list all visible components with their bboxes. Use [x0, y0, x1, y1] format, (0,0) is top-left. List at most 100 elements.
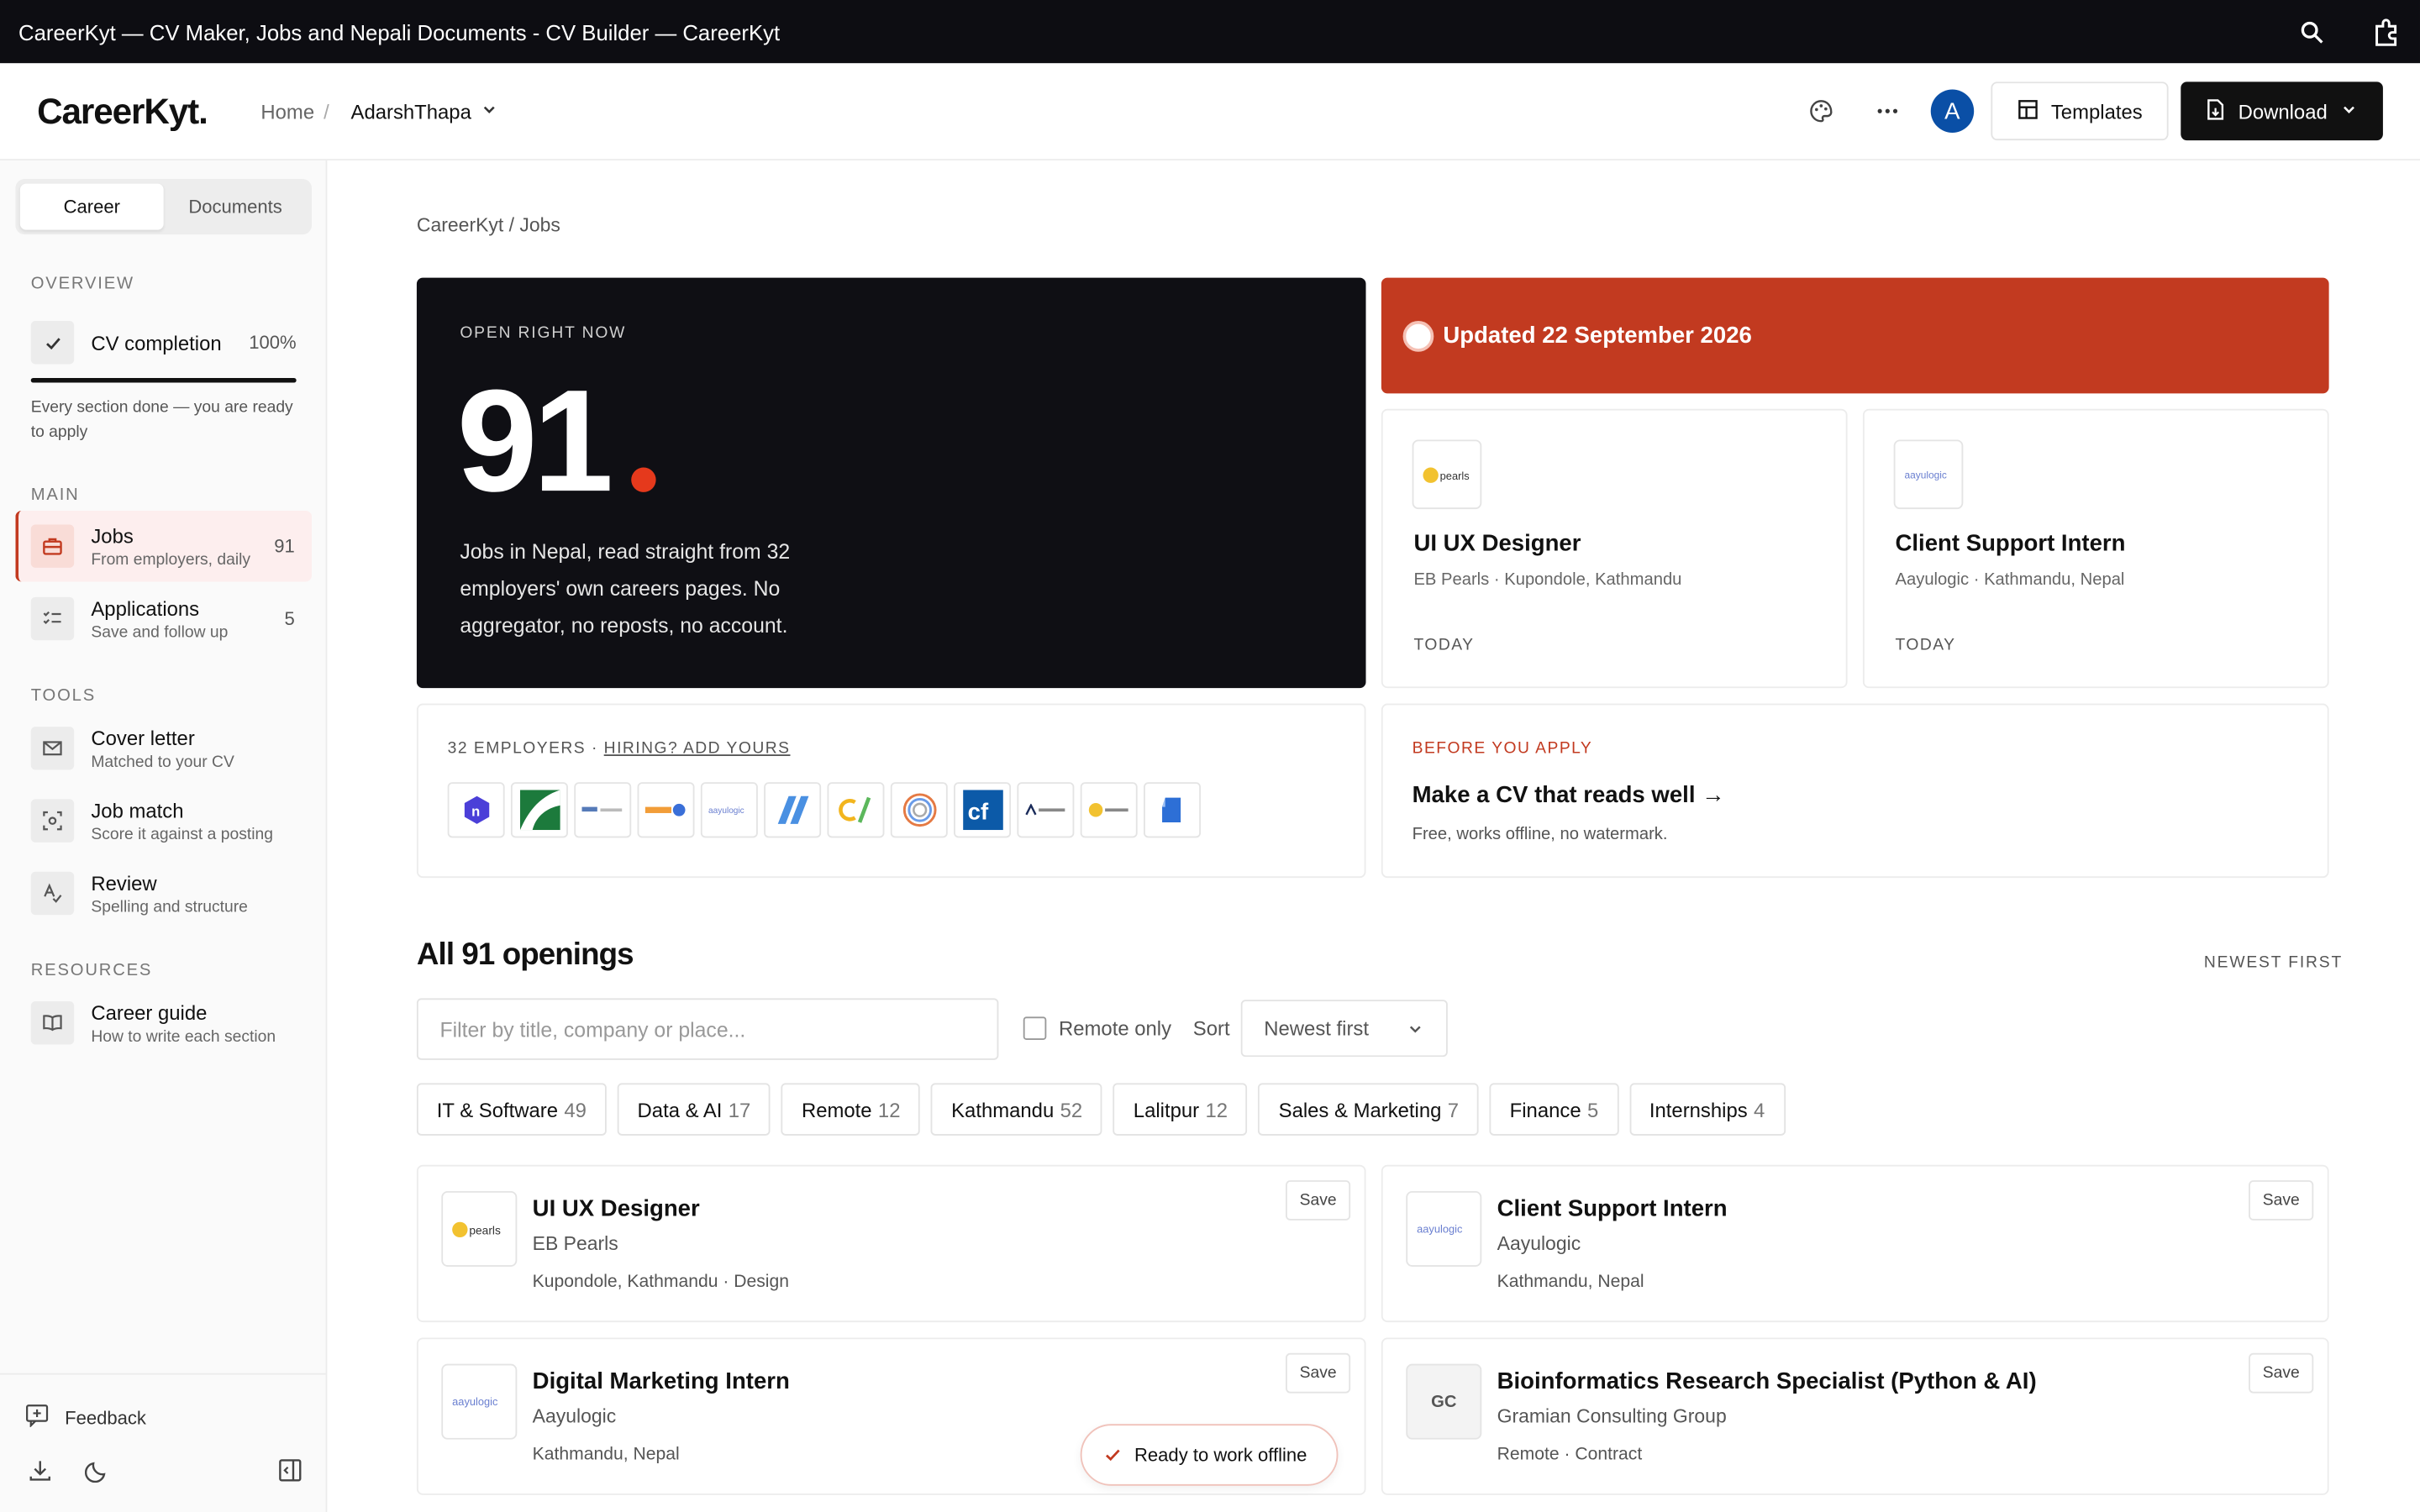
- project-switcher[interactable]: AdarshThapa: [351, 99, 471, 123]
- svg-text:aayulogic: aayulogic: [708, 806, 744, 816]
- add-employer-link[interactable]: HIRING? ADD YOURS: [604, 739, 791, 758]
- updated-banner: Updated 22 September 2026: [1381, 277, 2329, 394]
- sort-label: Sort: [1192, 1016, 1230, 1040]
- job-company: EB Pearls · Kupondole, Kathmandu: [1413, 570, 1682, 590]
- chip-sales-marketing[interactable]: Sales & Marketing 7: [1258, 1083, 1479, 1136]
- moon-icon[interactable]: [84, 1459, 108, 1490]
- chip-kathmandu[interactable]: Kathmandu 52: [931, 1083, 1103, 1136]
- chip-internships[interactable]: Internships 4: [1628, 1083, 1786, 1136]
- sidebar-item-sub: Score it against a posting: [91, 824, 273, 843]
- checkbox-box[interactable]: [1023, 1016, 1047, 1040]
- employer-logo[interactable]: cf: [954, 782, 1012, 838]
- sidebar-item-review[interactable]: Review Spelling and structure: [15, 858, 312, 928]
- window-titlebar: CareerKyt — CV Maker, Jobs and Nepali Do…: [0, 0, 2420, 64]
- before-you-apply-sub: Free, works offline, no watermark.: [1412, 825, 1668, 844]
- download-button[interactable]: Download: [2181, 81, 2383, 141]
- download-icon[interactable]: [28, 1458, 52, 1491]
- sidebar-item-career-guide[interactable]: Career guide How to write each section: [15, 988, 312, 1058]
- job-title[interactable]: UI UX Designer: [533, 1195, 700, 1221]
- cv-completion-value: 100%: [249, 331, 297, 354]
- before-you-apply-card[interactable]: BEFORE YOU APPLY Make a CV that reads we…: [1381, 703, 2329, 879]
- sidebar-item-sub: Matched to your CV: [91, 752, 234, 771]
- offline-toast: Ready to work offline: [1080, 1424, 1339, 1486]
- save-button[interactable]: Save: [1286, 1180, 1351, 1221]
- remote-only-checkbox[interactable]: Remote only: [1023, 1016, 1171, 1040]
- sidebar: Career Documents OVERVIEW CV completion …: [0, 160, 328, 1512]
- employer-logo[interactable]: [1144, 782, 1201, 838]
- chevron-down-icon: [1409, 1025, 1421, 1032]
- more-icon[interactable]: [1865, 88, 1911, 134]
- employer-logo[interactable]: [890, 782, 948, 838]
- job-title[interactable]: Client Support Intern: [1497, 1195, 1728, 1221]
- feedback-icon: [24, 1403, 49, 1432]
- sidebar-item-job-match[interactable]: Job match Score it against a posting: [15, 785, 312, 856]
- employer-logo[interactable]: [827, 782, 885, 838]
- save-button[interactable]: Save: [1286, 1352, 1351, 1394]
- tab-career[interactable]: Career: [19, 183, 164, 230]
- chip-label: IT & Software: [436, 1097, 559, 1121]
- templates-button[interactable]: Templates: [1991, 81, 2169, 141]
- save-button[interactable]: Save: [2249, 1180, 2314, 1221]
- employer-logo[interactable]: [510, 782, 568, 838]
- remote-only-label: Remote only: [1058, 1016, 1172, 1040]
- svg-text:n: n: [471, 804, 479, 820]
- employer-logo[interactable]: [1017, 782, 1075, 838]
- chip-data-ai[interactable]: Data & AI 17: [617, 1083, 771, 1136]
- chip-lalitpur[interactable]: Lalitpur 12: [1113, 1083, 1248, 1136]
- employer-logo[interactable]: [1080, 782, 1138, 838]
- palette-icon[interactable]: [1798, 88, 1844, 134]
- chip-remote[interactable]: Remote 12: [781, 1083, 921, 1136]
- breadcrumb-home[interactable]: Home: [260, 99, 314, 123]
- employer-logo[interactable]: aayulogic: [700, 782, 758, 838]
- featured-job-card[interactable]: pearls UI UX Designer EB Pearls · Kupond…: [1381, 408, 1848, 689]
- section-label-tools: TOOLS: [30, 686, 97, 706]
- employers-label: 32 EMPLOYERS · HIRING? ADD YOURS: [448, 739, 791, 758]
- sidebar-item-sub: Spelling and structure: [91, 897, 248, 916]
- file-download-icon: [2206, 98, 2226, 124]
- job-company: Gramian Consulting Group: [1497, 1405, 1727, 1427]
- chip-count: 12: [877, 1097, 901, 1121]
- chip-count: 12: [1205, 1097, 1228, 1121]
- logo[interactable]: CareerKyt.: [37, 90, 260, 132]
- tab-documents[interactable]: Documents: [164, 184, 308, 230]
- employers-card: 32 EMPLOYERS · HIRING? ADD YOURS n aayul…: [416, 703, 1366, 879]
- job-title[interactable]: Digital Marketing Intern: [533, 1368, 790, 1394]
- chevron-down-icon[interactable]: [481, 99, 499, 123]
- job-listing-card[interactable]: aayulogic Client Support Intern Aayulogi…: [1381, 1164, 2329, 1323]
- chip-label: Data & AI: [637, 1097, 723, 1121]
- sidebar-item-applications[interactable]: Applications Save and follow up 5: [15, 583, 312, 654]
- job-title: UI UX Designer: [1413, 530, 1581, 558]
- cv-completion[interactable]: CV completion 100%: [30, 321, 297, 365]
- employer-logo[interactable]: [764, 782, 822, 838]
- updated-text: Updated 22 September 2026: [1443, 322, 1752, 349]
- employer-logo[interactable]: [637, 782, 695, 838]
- job-company: EB Pearls: [532, 1232, 618, 1255]
- avatar[interactable]: A: [1930, 89, 1975, 133]
- hero-card: OPEN RIGHT NOW 91 Jobs in Nepal, read st…: [416, 277, 1366, 689]
- scan-icon: [30, 799, 75, 843]
- search-icon[interactable]: [2300, 19, 2324, 44]
- sidebar-item-count: 91: [274, 535, 295, 558]
- chip-count: 7: [1447, 1097, 1460, 1121]
- chip-finance[interactable]: Finance 5: [1489, 1083, 1619, 1136]
- sidebar-item-sub: How to write each section: [91, 1026, 276, 1046]
- job-listing-card[interactable]: pearls UI UX Designer EB Pearls Kupondol…: [416, 1164, 1366, 1323]
- filter-input[interactable]: Filter by title, company or place...: [416, 998, 999, 1060]
- employer-logo[interactable]: [574, 782, 632, 838]
- sort-select[interactable]: Newest first: [1240, 1000, 1448, 1058]
- featured-job-card[interactable]: aayulogic Client Support Intern Aayulogi…: [1862, 408, 2329, 689]
- collapse-sidebar-icon[interactable]: [278, 1458, 302, 1491]
- sidebar-item-sub: From employers, daily: [91, 549, 251, 569]
- sidebar-item-jobs[interactable]: Jobs From employers, daily 91: [15, 510, 313, 582]
- before-you-apply-heading[interactable]: Make a CV that reads well →: [1413, 782, 1725, 808]
- save-button[interactable]: Save: [2249, 1352, 2314, 1394]
- job-listing-card[interactable]: GC Bioinformatics Research Specialist (P…: [1381, 1337, 2329, 1495]
- chip-it-software[interactable]: IT & Software 49: [416, 1083, 607, 1136]
- employer-logo[interactable]: n: [447, 782, 505, 838]
- job-title[interactable]: Bioinformatics Research Specialist (Pyth…: [1497, 1368, 2037, 1394]
- extensions-icon[interactable]: [2370, 16, 2402, 47]
- feedback-button[interactable]: Feedback: [24, 1403, 146, 1432]
- sidebar-item-label: Jobs: [91, 523, 134, 548]
- breadcrumb: Home / AdarshThapa: [260, 99, 499, 123]
- sidebar-item-cover-letter[interactable]: Cover letter Matched to your CV: [15, 713, 312, 784]
